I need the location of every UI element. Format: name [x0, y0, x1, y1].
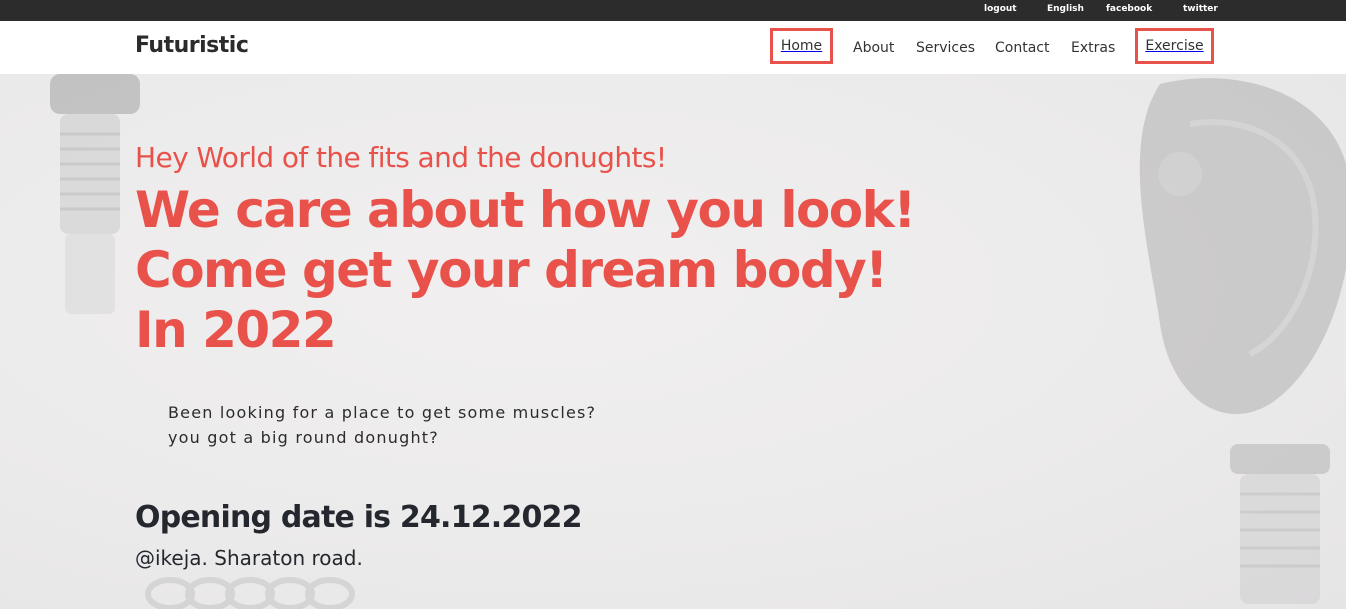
- language-link[interactable]: English: [1047, 4, 1084, 15]
- tagline-line-2: you got a big round donught?: [168, 428, 439, 447]
- nav-exercise[interactable]: Exercise: [1135, 28, 1214, 64]
- twitter-link[interactable]: twitter: [1183, 4, 1218, 15]
- nav-about[interactable]: About: [853, 38, 894, 58]
- facebook-link[interactable]: facebook: [1106, 4, 1152, 15]
- tagline-line-1: Been looking for a place to get some mus…: [168, 403, 597, 422]
- dumbbell-image-bottom: [1230, 444, 1330, 604]
- address-text: @ikeja. Sharaton road.: [135, 546, 363, 570]
- hero-section: Hey World of the fits and the donughts! …: [0, 74, 1346, 609]
- dumbbell-image: [50, 74, 140, 314]
- hero-headline-line-3: In 2022: [135, 301, 337, 359]
- boxing-glove-image: [1139, 78, 1346, 415]
- nav-home-label: Home: [780, 38, 823, 54]
- hero-tagline: Been looking for a place to get some mus…: [168, 400, 596, 450]
- nav-contact[interactable]: Contact: [995, 38, 1049, 58]
- opening-date: Opening date is 24.12.2022: [135, 500, 582, 535]
- nav-exercise-label: Exercise: [1145, 38, 1204, 54]
- hero-headline-line-1: We care about how you look!: [135, 181, 916, 239]
- nav-services[interactable]: Services: [916, 38, 975, 58]
- brand-logo[interactable]: Futuristic: [135, 33, 249, 58]
- hero-greeting: Hey World of the fits and the donughts!: [135, 141, 667, 174]
- hero-headline-line-2: Come get your dream body!: [135, 241, 888, 299]
- nav-home[interactable]: Home: [770, 28, 833, 64]
- logout-link[interactable]: logout: [984, 4, 1017, 15]
- nav-extras[interactable]: Extras: [1071, 38, 1115, 58]
- site-header: Futuristic Home About Services Contact E…: [0, 21, 1346, 74]
- top-utility-bar: logout English facebook twitter: [0, 0, 1346, 21]
